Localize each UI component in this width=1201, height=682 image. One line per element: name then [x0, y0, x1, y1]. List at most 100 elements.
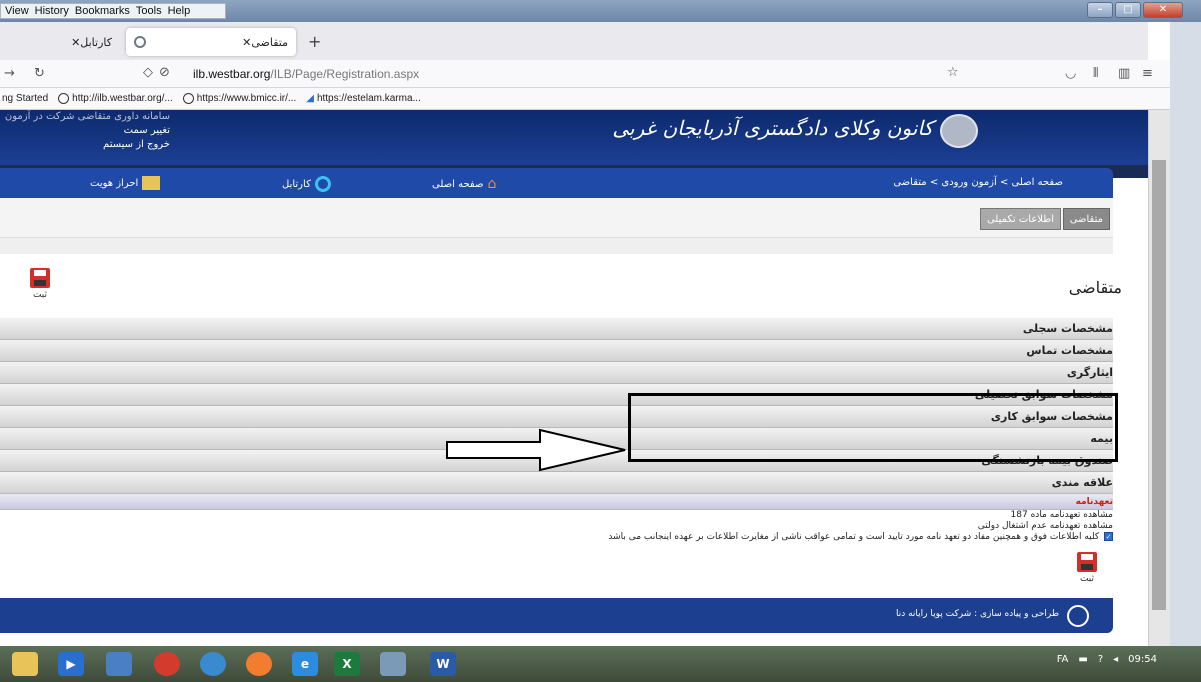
- accordion-veteran[interactable]: ایثارگری: [0, 362, 1113, 384]
- reload-icon[interactable]: ↻: [34, 66, 45, 81]
- commitment-187-link[interactable]: مشاهده تعهدنامه ماده 187: [0, 510, 1113, 521]
- menu-bookmarks[interactable]: Bookmarks: [75, 5, 130, 17]
- chart-icon: ◢: [306, 93, 314, 104]
- nav-home[interactable]: صفحه اصلی ⌂: [432, 176, 496, 192]
- bookmark-label: https://www.bmicc.ir/...: [196, 93, 297, 104]
- change-role-link[interactable]: تغییر سمت: [0, 124, 170, 138]
- accordion-contact[interactable]: مشخصات تماس: [0, 340, 1113, 362]
- bookmark-westbar[interactable]: http://ilb.westbar.org/...: [58, 93, 173, 104]
- url-host: ilb.westbar.org: [193, 67, 271, 81]
- close-icon[interactable]: ✕: [242, 36, 251, 49]
- nav-inbox[interactable]: کارتابل: [282, 176, 331, 192]
- menu-help[interactable]: Help: [168, 5, 191, 17]
- maximize-button[interactable]: □: [1115, 2, 1141, 18]
- accordion-interests[interactable]: علاقه مندی: [0, 472, 1113, 494]
- firefox-icon[interactable]: [246, 652, 272, 676]
- menu-icon[interactable]: ≡: [1142, 66, 1153, 81]
- bookmark-getting-started[interactable]: ng Started: [2, 93, 48, 104]
- tab-extra-info[interactable]: اطلاعات تکمیلی: [979, 208, 1061, 230]
- site-footer: طراحی و پیاده سازی : شرکت پویا رایانه دن…: [0, 598, 1113, 633]
- site-header: سامانه داوری متقاضی شرکت در آزمون تغییر …: [0, 110, 1148, 165]
- network-icon[interactable]: ▬: [1078, 654, 1087, 665]
- url-bar[interactable]: ◇ ⊘ ilb.westbar.org/ILB/Page/Registratio…: [135, 63, 970, 85]
- excel-icon[interactable]: X: [334, 652, 360, 676]
- section-title: متقاضی: [1068, 278, 1122, 297]
- library-icon[interactable]: ⫴: [1093, 66, 1098, 81]
- navigation-bar: → ↻ ◇ ⊘ ilb.westbar.org/ILB/Page/Registr…: [0, 60, 1201, 88]
- form-tabs: اطلاعات تکمیلی متقاضی: [0, 198, 1113, 238]
- system-link[interactable]: سامانه داوری متقاضی شرکت در آزمون: [0, 110, 170, 124]
- sidebar-icon[interactable]: ▥: [1118, 66, 1130, 81]
- scroll-thumb[interactable]: [1152, 160, 1166, 610]
- menu-bar: View History Bookmarks Tools Help: [0, 3, 226, 19]
- tab-applicant[interactable]: ✕متقاضی: [126, 28, 296, 56]
- explorer-icon[interactable]: [12, 652, 38, 676]
- system-tray: FA ▬ ? ◂ 09:54: [1057, 654, 1157, 665]
- pocket-icon[interactable]: ◡: [1065, 66, 1076, 81]
- word-icon[interactable]: W: [430, 652, 456, 676]
- confirmation-text: کلیه اطلاعات فوق و همچنین مفاد دو تعهد ن…: [608, 532, 1100, 542]
- app-icon[interactable]: [200, 652, 226, 676]
- company-logo-icon: [1067, 605, 1089, 627]
- menu-history[interactable]: History: [35, 5, 69, 17]
- globe-icon: [182, 93, 194, 104]
- tab-label: کارتابل: [80, 35, 112, 49]
- no-government-job-link[interactable]: مشاهده تعهدنامه عدم اشتغال دولتی: [0, 521, 1113, 532]
- bookmark-star-icon[interactable]: ☆: [947, 65, 959, 80]
- annotation-box: [628, 393, 1118, 462]
- tab-label: متقاضی: [251, 35, 288, 49]
- shield-icon[interactable]: ◇: [143, 65, 153, 80]
- bookmark-label: http://ilb.westbar.org/...: [72, 93, 173, 104]
- clock[interactable]: 09:54: [1128, 654, 1157, 665]
- save-button-top[interactable]: ثبت: [22, 268, 58, 312]
- home-icon: ⌂: [487, 176, 497, 192]
- close-icon[interactable]: ✕: [71, 36, 80, 49]
- tab-applicant-form[interactable]: متقاضی: [1062, 208, 1110, 230]
- loading-icon: [134, 36, 146, 48]
- bookmark-estelam[interactable]: ◢ https://estelam.karma...: [306, 93, 421, 104]
- forward-icon[interactable]: →: [4, 66, 15, 81]
- paint-icon[interactable]: [380, 652, 406, 676]
- inbox-icon: [314, 176, 331, 192]
- globe-icon: [58, 93, 70, 104]
- volume-icon[interactable]: ◂: [1113, 654, 1118, 665]
- chrome-icon[interactable]: [154, 652, 180, 676]
- save-button-bottom[interactable]: ثبت: [1069, 552, 1105, 596]
- bar-association-logo: [940, 114, 978, 148]
- close-window-button[interactable]: ✕: [1143, 2, 1183, 18]
- help-icon[interactable]: ?: [1098, 654, 1103, 665]
- logout-link[interactable]: خروج از سیستم: [0, 138, 170, 152]
- taskbar: ▶ e X W FA ▬ ? ◂ 09:54: [0, 646, 1201, 682]
- accordion-civil-info[interactable]: مشخصات سجلی: [0, 318, 1113, 340]
- ie-icon[interactable]: e: [292, 652, 318, 676]
- url-path: /ILB/Page/Registration.aspx: [270, 67, 420, 81]
- new-tab-icon[interactable]: +: [308, 32, 321, 51]
- url-text[interactable]: ilb.westbar.org/ILB/Page/Registration.as…: [193, 67, 419, 81]
- background-window: [1170, 22, 1201, 646]
- page-scrollbar[interactable]: [1148, 110, 1170, 646]
- media-player-icon[interactable]: ▶: [58, 652, 84, 676]
- minimize-button[interactable]: –: [1087, 2, 1113, 18]
- site-title: کانون وکلای دادگستری آذربایجان غربی: [612, 116, 933, 140]
- menu-view[interactable]: View: [5, 5, 29, 17]
- app-icon[interactable]: [106, 652, 132, 676]
- bookmark-label: ng Started: [2, 93, 49, 104]
- confirmation-row: کلیه اطلاعات فوق و همچنین مفاد دو تعهد ن…: [0, 532, 1113, 543]
- confirm-checkbox[interactable]: ✓: [1104, 532, 1113, 541]
- commitment-panel: مشاهده تعهدنامه ماده 187 مشاهده تعهدنامه…: [0, 510, 1113, 543]
- save-label: ثبت: [32, 290, 48, 300]
- main-nav: احراز هویت کارتابل صفحه اصلی ⌂ صفحه اصلی …: [0, 168, 1113, 198]
- annotation-arrow-icon: [446, 428, 626, 472]
- tab-inbox[interactable]: ✕ کارتابل: [0, 28, 120, 56]
- nav-label: احراز هویت: [90, 177, 139, 189]
- bookmarks-bar: ng Started http://ilb.westbar.org/... ht…: [0, 88, 1201, 110]
- accordion-commitment[interactable]: تعهدنامه: [0, 494, 1113, 510]
- footer-credit: طراحی و پیاده سازی : شرکت پویا رایانه دن…: [895, 609, 1059, 619]
- menu-tools[interactable]: Tools: [136, 5, 162, 17]
- bookmark-bmicc[interactable]: https://www.bmicc.ir/...: [182, 93, 297, 104]
- nav-identity[interactable]: احراز هویت: [90, 176, 161, 190]
- lock-icon[interactable]: ⊘: [159, 65, 170, 80]
- language-indicator[interactable]: FA: [1057, 654, 1069, 665]
- window-title-bar: View History Bookmarks Tools Help – □ ✕: [0, 0, 1201, 22]
- nav-label: صفحه اصلی: [432, 178, 484, 190]
